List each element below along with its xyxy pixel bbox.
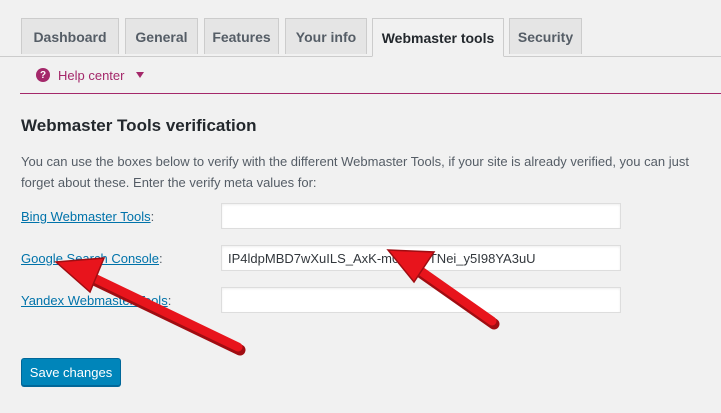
tab-features[interactable]: Features xyxy=(204,18,279,54)
bing-label-row: Bing Webmaster Tools: xyxy=(21,209,155,224)
caret-down-icon xyxy=(136,72,145,78)
save-changes-button[interactable]: Save changes xyxy=(21,358,121,386)
tab-security[interactable]: Security xyxy=(509,18,582,54)
tab-webmaster-tools[interactable]: Webmaster tools xyxy=(372,18,504,57)
tab-dashboard[interactable]: Dashboard xyxy=(21,18,119,54)
google-label-row: Google Search Console: xyxy=(21,251,163,266)
yandex-webmaster-link[interactable]: Yandex Webmaster Tools xyxy=(21,293,168,308)
section-description: You can use the boxes below to verify wi… xyxy=(21,154,689,190)
bing-verify-input[interactable] xyxy=(221,203,621,229)
divider xyxy=(20,93,721,94)
help-center-toggle[interactable]: ? Help center xyxy=(36,66,145,84)
question-circle-icon: ? xyxy=(36,68,50,82)
bing-webmaster-link[interactable]: Bing Webmaster Tools xyxy=(21,209,151,224)
yandex-label-row: Yandex Webmaster Tools: xyxy=(21,293,172,308)
tab-general[interactable]: General xyxy=(125,18,198,54)
yandex-verify-input[interactable] xyxy=(221,287,621,313)
tab-bar: Dashboard General Features Your info Web… xyxy=(0,18,721,57)
google-search-console-link[interactable]: Google Search Console xyxy=(21,251,159,266)
tab-your-info[interactable]: Your info xyxy=(285,18,367,54)
section-title: Webmaster Tools verification xyxy=(21,116,257,135)
help-center-label: Help center xyxy=(58,67,125,83)
google-verify-input[interactable] xyxy=(221,245,621,271)
